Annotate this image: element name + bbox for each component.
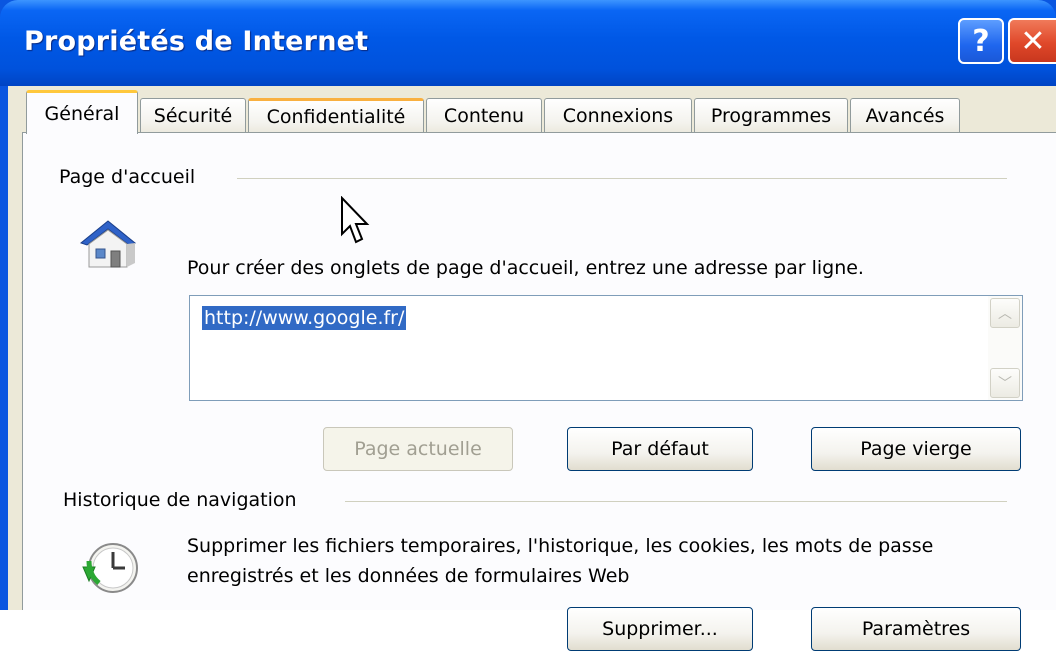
general-tab-panel: Page d'accueil Pour créer des onglets de… [22, 132, 1056, 651]
home-page-group-label: Page d'accueil [59, 166, 204, 188]
chevron-down-icon: ﹀ [998, 376, 1012, 392]
tab-privacy[interactable]: Confidentialité [248, 98, 424, 132]
history-settings-button[interactable]: Paramètres [811, 607, 1021, 651]
use-current-button[interactable]: Page actuelle [323, 427, 513, 471]
tab-label: Avancés [865, 104, 945, 127]
use-blank-button[interactable]: Page vierge [811, 427, 1021, 471]
chevron-up-icon: ︿ [998, 306, 1012, 322]
tab-label: Programmes [710, 104, 832, 127]
scroll-down-button[interactable]: ﹀ [990, 368, 1020, 398]
tab-security[interactable]: Sécurité [140, 98, 246, 132]
dialog-client: Général Sécurité Confidentialité Contenu… [8, 86, 1056, 651]
tab-label: Sécurité [153, 104, 233, 127]
delete-history-button[interactable]: Supprimer... [567, 607, 753, 651]
tab-advanced[interactable]: Avancés [850, 98, 960, 132]
tab-programs[interactable]: Programmes [694, 98, 848, 132]
tab-label: Connexions [562, 104, 674, 127]
home-page-description: Pour créer des onglets de page d'accueil… [187, 257, 864, 279]
address-scrollbar[interactable]: ︿ ﹀ [988, 296, 1022, 400]
history-description-line1: Supprimer les fichiers temporaires, l'hi… [187, 535, 934, 557]
home-page-address-field[interactable]: http://www.google.fr/ ︿ ﹀ [189, 295, 1023, 401]
group-divider [345, 501, 1007, 502]
tab-general[interactable]: Général [26, 90, 138, 134]
scroll-up-button[interactable]: ︿ [990, 298, 1020, 328]
tab-connections[interactable]: Connexions [544, 98, 692, 132]
history-group-label: Historique de navigation [63, 489, 305, 511]
help-button[interactable]: ? [958, 18, 1004, 64]
tab-strip: Général Sécurité Confidentialité Contenu… [8, 86, 1056, 134]
home-icon [79, 220, 137, 268]
help-icon: ? [972, 23, 990, 59]
window-title: Propriétés de Internet [24, 26, 369, 57]
tab-label: Confidentialité [266, 105, 406, 128]
tab-content[interactable]: Contenu [426, 98, 542, 132]
group-divider [237, 178, 1007, 179]
use-default-button[interactable]: Par défaut [567, 427, 753, 471]
tab-label: Contenu [443, 104, 525, 127]
home-page-address-value[interactable]: http://www.google.fr/ [202, 306, 407, 330]
close-icon: ✕ [1020, 23, 1046, 59]
dialog-window: Propriétés de Internet ? ✕ Général Sécur… [0, 0, 1056, 651]
tab-label: Général [44, 102, 120, 125]
close-button[interactable]: ✕ [1008, 18, 1056, 64]
history-clock-icon [82, 543, 138, 593]
history-description-line2: enregistrés et les données de formulaire… [187, 565, 630, 587]
title-bar[interactable]: Propriétés de Internet ? ✕ [0, 0, 1056, 86]
cursor-icon [341, 196, 370, 244]
